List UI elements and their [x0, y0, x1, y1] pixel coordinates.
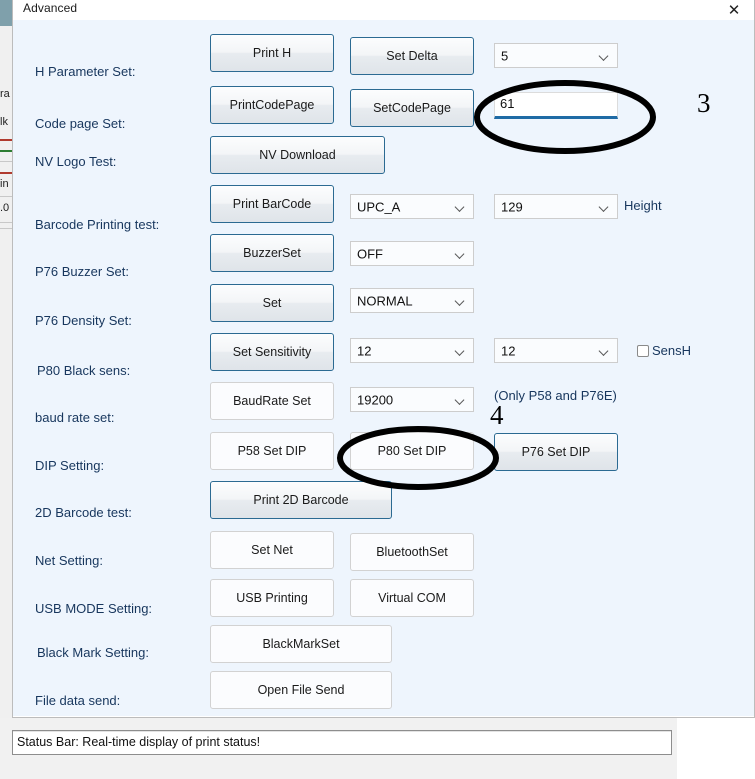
label-h-parameter-set: H Parameter Set:: [35, 64, 136, 79]
print-h-button[interactable]: Print H: [210, 34, 334, 72]
density-combo-value: NORMAL: [357, 293, 413, 308]
checkbox-box-icon: [637, 344, 649, 357]
nv-download-button[interactable]: NV Download: [210, 136, 385, 174]
sensitivity-combo-2[interactable]: 12: [494, 338, 618, 363]
dialog-title: Advanced: [23, 1, 78, 15]
print-code-page-button[interactable]: PrintCodePage: [210, 86, 334, 124]
p76-set-dip-button[interactable]: P76 Set DIP: [494, 433, 618, 471]
label-baud-rate-set: baud rate set:: [35, 410, 115, 425]
barcode-height-suffix-label: Height: [624, 198, 662, 213]
dialog-titlebar[interactable]: Advanced ✕: [13, 0, 754, 20]
set-sensitivity-button[interactable]: Set Sensitivity: [210, 333, 334, 371]
h-parameter-combo[interactable]: 5: [494, 43, 618, 68]
chevron-down-icon: [456, 296, 465, 305]
label-file-data-send: File data send:: [35, 693, 121, 708]
buzzer-combo[interactable]: OFF: [350, 241, 474, 266]
status-bar: Status Bar: Real-time display of print s…: [12, 730, 672, 755]
bottom-right-filler: [677, 718, 755, 779]
label-dip-setting: DIP Setting:: [35, 458, 105, 473]
chevron-down-icon: [456, 346, 465, 355]
sensitivity-combo-1-value: 12: [357, 343, 372, 358]
background-text-fragment-3: in: [0, 178, 9, 190]
close-icon[interactable]: ✕: [720, 0, 748, 20]
sensh-checkbox-label: SensH: [652, 343, 692, 358]
screen: ra lk in .0 Advanced ✕ H Parameter Set: …: [0, 0, 755, 779]
chevron-down-icon: [600, 51, 609, 60]
print-2d-barcode-button[interactable]: Print 2D Barcode: [210, 481, 392, 519]
h-parameter-combo-value: 5: [501, 48, 509, 63]
label-barcode-printing-test: Barcode Printing test:: [35, 217, 160, 232]
advanced-dialog: Advanced ✕ H Parameter Set: Print H Set …: [12, 0, 755, 718]
print-barcode-button[interactable]: Print BarCode: [210, 185, 334, 223]
code-page-input[interactable]: 61: [494, 92, 618, 119]
sensitivity-combo-2-value: 12: [501, 343, 516, 358]
baudrate-combo[interactable]: 19200: [350, 387, 474, 412]
buzzer-set-button[interactable]: BuzzerSet: [210, 234, 334, 272]
density-set-button[interactable]: Set: [210, 284, 334, 322]
background-text-fragment-2: lk: [0, 116, 8, 128]
label-nv-logo-test: NV Logo Test:: [35, 154, 117, 169]
code-page-input-value: 61: [500, 96, 515, 111]
label-black-mark-setting: Black Mark Setting:: [37, 645, 149, 660]
annotation-number-3: 3: [697, 88, 711, 118]
label-p76-buzzer-set: P76 Buzzer Set:: [35, 264, 129, 279]
label-2d-barcode-test: 2D Barcode test:: [35, 505, 132, 520]
p80-set-dip-button[interactable]: P80 Set DIP: [350, 432, 474, 470]
barcode-type-combo-value: UPC_A: [357, 199, 401, 214]
usb-printing-button[interactable]: USB Printing: [210, 579, 334, 617]
sensh-checkbox[interactable]: SensH: [637, 343, 691, 358]
buzzer-combo-value: OFF: [357, 246, 383, 261]
label-usb-mode-setting: USB MODE Setting:: [35, 601, 153, 616]
label-p80-black-sens: P80 Black sens:: [37, 363, 131, 378]
status-bar-text: Status Bar: Real-time display of print s…: [17, 735, 261, 749]
barcode-type-combo[interactable]: UPC_A: [350, 194, 474, 219]
virtual-com-button[interactable]: Virtual COM: [350, 579, 474, 617]
chevron-down-icon: [600, 346, 609, 355]
bluetooth-set-button[interactable]: BluetoothSet: [350, 533, 474, 571]
annotation-number-4: 4: [490, 400, 504, 430]
baudrate-note-label: (Only P58 and P76E): [494, 388, 617, 403]
label-code-page-set: Code page Set:: [35, 116, 126, 131]
set-net-button[interactable]: Set Net: [210, 531, 334, 569]
label-p76-density-set: P76 Density Set:: [35, 313, 132, 328]
barcode-height-combo-value: 129: [501, 199, 523, 214]
p58-set-dip-button[interactable]: P58 Set DIP: [210, 432, 334, 470]
background-text-fragment-1: ra: [0, 88, 10, 100]
dialog-client-area: H Parameter Set: Print H Set Delta 5 Cod…: [13, 20, 754, 716]
density-combo[interactable]: NORMAL: [350, 288, 474, 313]
chevron-down-icon: [456, 395, 465, 404]
chevron-down-icon: [456, 202, 465, 211]
open-file-send-button[interactable]: Open File Send: [210, 671, 392, 709]
label-net-setting: Net Setting:: [35, 553, 103, 568]
background-text-fragment-4: .0: [0, 202, 10, 214]
chevron-down-icon: [456, 249, 465, 258]
set-delta-button[interactable]: Set Delta: [350, 37, 474, 75]
baudrate-combo-value: 19200: [357, 392, 394, 407]
set-code-page-button[interactable]: SetCodePage: [350, 89, 474, 127]
black-mark-set-button[interactable]: BlackMarkSet: [210, 625, 392, 663]
baudrate-set-button[interactable]: BaudRate Set: [210, 382, 334, 420]
chevron-down-icon: [600, 202, 609, 211]
barcode-height-combo[interactable]: 129: [494, 194, 618, 219]
sensitivity-combo-1[interactable]: 12: [350, 338, 474, 363]
